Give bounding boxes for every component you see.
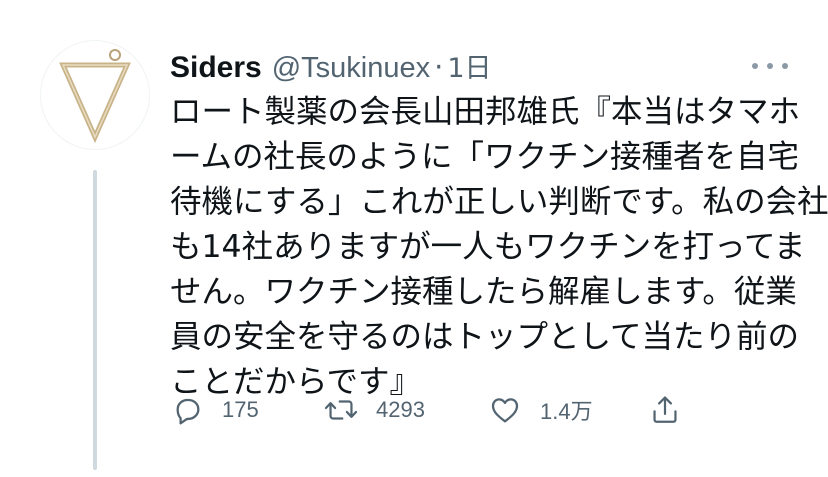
- share-icon: [648, 393, 682, 427]
- tweet-text-line: 待機にする」これが正しい判断です。私の会社: [170, 184, 828, 220]
- tweet-text: ロート製薬の会長山田邦雄氏『本当はタマホ ームの社長のように「ワクチン接種者を自…: [170, 90, 828, 405]
- like-count: 1.4万: [540, 399, 593, 424]
- tweet-text-line: 員の安全を守るのはトップとして当たり前の: [170, 319, 800, 355]
- user-handle[interactable]: @Tsukinuex: [272, 52, 430, 85]
- inverted-triangle-pendant-icon: [59, 49, 131, 144]
- retweet-button[interactable]: 4293: [324, 390, 425, 430]
- retweet-icon: [324, 393, 358, 427]
- tweet-text-line: せん。ワクチン接種したら解雇します。従業: [170, 274, 797, 310]
- separator: ·: [434, 50, 444, 84]
- tweet-text-line: も14社ありますが一人もワクチンを打ってま: [170, 229, 806, 265]
- avatar[interactable]: [40, 40, 150, 150]
- thread-line: [93, 170, 97, 470]
- reply-button[interactable]: 175: [170, 390, 259, 430]
- heart-icon: [488, 393, 522, 427]
- reply-icon: [170, 393, 204, 427]
- like-button[interactable]: 1.4万: [488, 390, 593, 430]
- retweet-count: 4293: [376, 397, 425, 422]
- tweet-actions: 175 4293 1.4万: [170, 390, 690, 430]
- more-dots-icon[interactable]: [752, 56, 788, 76]
- tweet[interactable]: Siders @Tsukinuex · 1日 ロート製薬の会長山田邦雄氏『本当は…: [0, 0, 828, 477]
- tweet-header: Siders @Tsukinuex · 1日: [170, 46, 492, 86]
- share-button[interactable]: [648, 390, 682, 430]
- display-name[interactable]: Siders: [170, 51, 262, 85]
- reply-count: 175: [222, 397, 259, 422]
- timestamp[interactable]: 1日: [447, 46, 491, 85]
- tweet-text-line: ームの社長のように「ワクチン接種者を自宅: [170, 139, 800, 175]
- tweet-text-line: ロート製薬の会長山田邦雄氏『本当はタマホ: [170, 94, 801, 130]
